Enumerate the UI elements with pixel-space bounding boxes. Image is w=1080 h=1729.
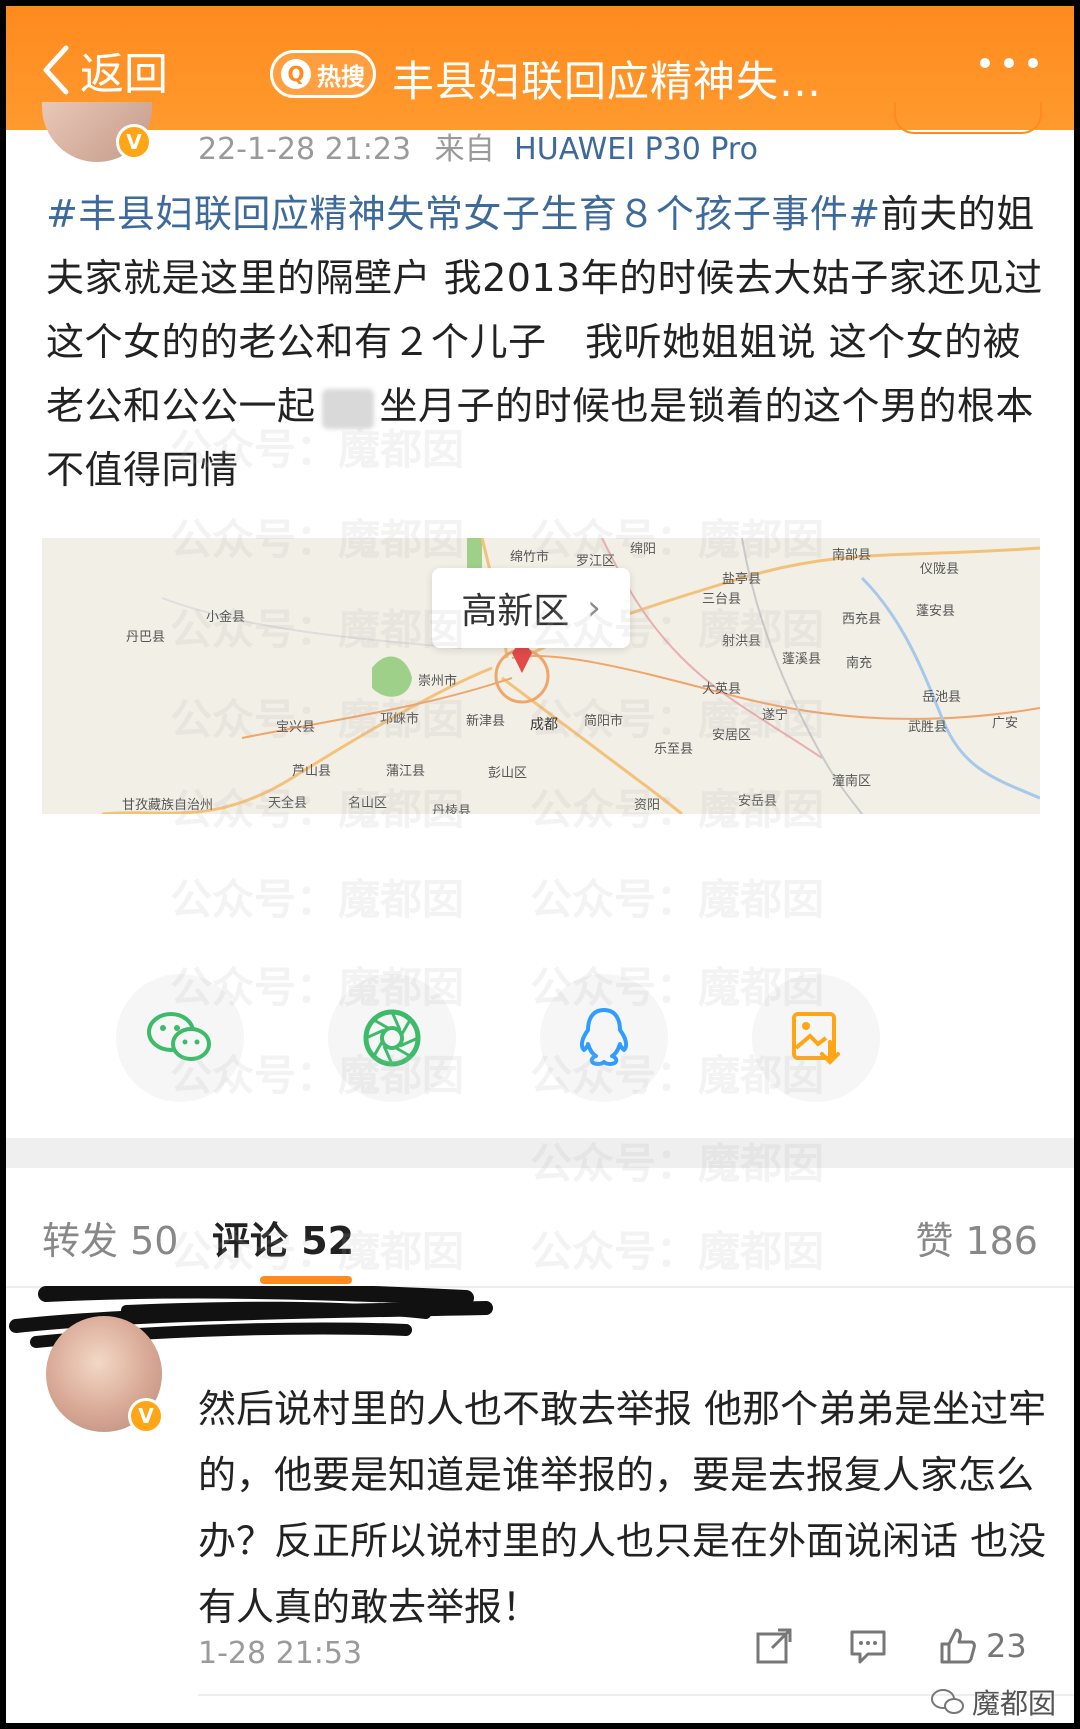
active-tab-indicator (260, 1276, 352, 1284)
back-button[interactable]: 返回 (38, 40, 168, 100)
share-qq-button[interactable] (540, 974, 668, 1102)
comment-icon (850, 1630, 886, 1664)
watermark: 公众号：魔都囡 (170, 875, 465, 924)
post-meta: 22-1-28 21:23 来自 HUAWEI P30 Pro (198, 124, 758, 168)
comment-text: 然后说村里的人也不敢去举报 他那个弟弟是坐过牢的，他要是知道是谁举报的，要是去报… (198, 1387, 1047, 1629)
hot-search-label: 热搜 (317, 62, 365, 91)
corner-watermark: 魔都囡 (930, 1682, 1056, 1722)
comment-share-button[interactable] (754, 1626, 794, 1666)
post-time: 22-1-28 21:23 (198, 132, 412, 167)
map-label: 安居区 (712, 728, 752, 743)
map-label: 资阳 (634, 798, 661, 813)
app-frame: 返回 Q 热搜 丰县妇联回应精神失… V 22-1-28 21:23 来自 HU… (6, 6, 1074, 1723)
censored-text (321, 388, 374, 429)
comment-time: 1-28 21:53 (198, 1636, 363, 1671)
location-card[interactable]: 高新区 › (432, 568, 630, 648)
map-label: 蒲江县 (386, 764, 426, 779)
map-label: 丹棱县 (432, 804, 472, 814)
wechat-icon (147, 1012, 211, 1061)
thumbs-up-icon (940, 1628, 976, 1664)
map-label: 西充县 (842, 612, 882, 627)
location-map[interactable]: 绵竹市 罗江区 绵阳 盐亭县 南部县 仪陇县 三台县 蓬安县 小金县 西充县 丹… (42, 538, 1040, 814)
comment-like-button[interactable]: 23 (938, 1626, 1027, 1666)
section-divider (6, 1138, 1074, 1168)
map-label: 南充 (846, 656, 873, 671)
map-label: 蓬溪县 (782, 652, 822, 667)
save-image-icon (792, 1012, 840, 1065)
map-label: 邛崃市 (380, 712, 420, 727)
post-body: #丰县妇联回应精神失常女子生育８个孩子事件#前夫的姐夫家就是这里的隔壁户 我20… (46, 182, 1046, 502)
search-icon: Q (281, 59, 311, 89)
map-label: 成都 (530, 717, 558, 733)
map-label: 蓬安县 (916, 604, 956, 619)
map-label: 芦山县 (292, 764, 332, 779)
map-label: 潼南区 (832, 774, 872, 789)
page-title: 丰县妇联回应精神失… (392, 57, 823, 106)
map-label: 宝兴县 (276, 720, 316, 735)
map-label: 大英县 (702, 682, 742, 697)
moments-icon (363, 1009, 421, 1067)
verified-badge-icon: V (128, 1398, 164, 1434)
post-source-prefix: 来自 (434, 132, 495, 167)
share-icon (756, 1628, 792, 1664)
back-label: 返回 (80, 49, 168, 100)
hot-search-badge[interactable]: Q 热搜 (270, 50, 376, 98)
map-label: 罗江区 (576, 554, 616, 569)
map-label: 绵竹市 (510, 550, 550, 565)
verified-badge-icon: V (116, 124, 152, 160)
tab-comments[interactable]: 评论 52 (212, 1210, 354, 1265)
save-image-button[interactable] (752, 974, 880, 1102)
map-label: 广安 (992, 716, 1019, 731)
watermark: 公众号：魔都囡 (530, 875, 825, 924)
hashtag-link[interactable]: #丰县妇联回应精神失常女子生育８个孩子事件# (46, 192, 881, 236)
map-label: 彭山区 (488, 766, 528, 781)
qq-icon (579, 1008, 629, 1066)
tab-likes[interactable]: 赞 186 (915, 1210, 1038, 1265)
interaction-tabs: 转发 50 评论 52 赞 186 (6, 1168, 1074, 1288)
comment-like-count: 23 (986, 1627, 1027, 1665)
map-label: 崇州市 (418, 674, 458, 689)
map-label: 绵阳 (630, 542, 657, 557)
map-label: 武胜县 (908, 720, 948, 735)
map-label: 小金县 (206, 610, 246, 625)
tab-repost[interactable]: 转发 50 (42, 1210, 178, 1265)
map-label: 盐亭县 (722, 572, 762, 587)
post-device[interactable]: HUAWEI P30 Pro (514, 132, 758, 167)
map-label: 丹巴县 (126, 630, 166, 645)
map-label: 天全县 (268, 796, 308, 811)
map-label: 简阳市 (584, 714, 624, 729)
follow-button[interactable] (894, 102, 1042, 134)
share-wechat-button[interactable] (116, 974, 244, 1102)
map-label: 岳池县 (922, 690, 962, 705)
corner-watermark-text: 魔都囡 (971, 1687, 1056, 1720)
map-label: 南部县 (832, 548, 872, 563)
location-label: 高新区 (461, 591, 570, 632)
map-label: 射洪县 (722, 634, 762, 649)
wechat-icon (930, 1689, 964, 1714)
map-label: 名山区 (348, 796, 388, 811)
map-label: 安岳县 (738, 794, 778, 809)
share-moments-button[interactable] (328, 974, 456, 1102)
map-label: 遂宁 (762, 708, 789, 723)
chevron-left-icon (43, 45, 69, 95)
map-label: 仪陇县 (920, 562, 960, 577)
chevron-right-icon: › (587, 588, 601, 628)
comment-reply-button[interactable] (848, 1626, 888, 1666)
map-label: 乐至县 (654, 742, 694, 757)
more-options-icon[interactable] (980, 58, 1038, 68)
map-label: 三台县 (702, 592, 742, 607)
map-label: 新津县 (466, 714, 506, 729)
map-label: 甘孜藏族自治州 (122, 798, 214, 813)
